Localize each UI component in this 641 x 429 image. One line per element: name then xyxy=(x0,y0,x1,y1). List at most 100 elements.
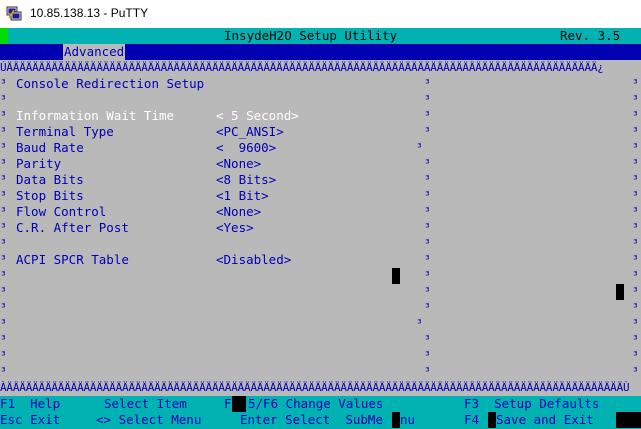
footer-f5f6-change-values: 5/F6 Change Values xyxy=(248,396,384,411)
section-title: Console Redirection Setup xyxy=(16,76,205,91)
frame-edge: ³ xyxy=(632,333,639,346)
frame-bottom-border: ÀÄÄÄÄÄÄÄÄÄÄÄÄÄÄÄÄÄÄÄÄÄÄÄÄÄÄÄÄÄÄÄÄÄÄÄÄÄÄÄ… xyxy=(0,381,630,394)
frame-edge: ³ xyxy=(632,173,639,186)
frame-edge: ³ xyxy=(632,189,639,202)
terminal-area[interactable]: InsydeH2O Setup Utility Rev. 3.5 Advance… xyxy=(0,28,641,429)
footer-f3-setup-defaults: F3 Setup Defaults xyxy=(464,396,600,411)
footer-select-menu: <> Select Menu xyxy=(96,412,202,427)
window-titlebar: 10.85.138.13 - PuTTY xyxy=(0,0,641,28)
frame-edge: ³ xyxy=(424,285,431,298)
frame-edge: ³ xyxy=(424,237,431,250)
setting-value-baud-rate[interactable]: < 9600> xyxy=(216,140,276,156)
frame-edge: ³ xyxy=(0,141,7,154)
frame-edge: ³ xyxy=(0,269,7,282)
setting-label-parity[interactable]: Parity xyxy=(16,156,61,172)
frame-edge: ³ xyxy=(0,205,7,218)
frame-edge: ³ xyxy=(0,125,7,138)
terminal-cursor-right xyxy=(616,284,624,300)
footer-f1-help: F1 Help xyxy=(0,396,61,411)
frame-edge: ³ xyxy=(424,189,431,202)
setting-label-acpi-spcr[interactable]: ACPI SPCR Table xyxy=(16,252,129,268)
frame-edge: ³ xyxy=(632,109,639,122)
setting-label-cr-after-post[interactable]: C.R. After Post xyxy=(16,220,129,236)
frame-edge: ³ xyxy=(0,77,7,90)
frame-edge: ³ xyxy=(632,77,639,90)
bios-menubar: Advanced xyxy=(0,44,641,60)
frame-top-border: ÚÄÄÄÄÄÄÄÄÄÄÄÄÄÄÄÄÄÄÄÄÄÄÄÄÄÄÄÄÄÄÄÄÄÄÄÄÄÄÄ… xyxy=(0,61,604,74)
setting-value-parity[interactable]: <None> xyxy=(216,156,261,172)
footer-select-item: Select Item xyxy=(104,396,187,411)
frame-edge: ³ xyxy=(424,93,431,106)
frame-edge: ³ xyxy=(424,333,431,346)
frame-edge: ³ xyxy=(632,285,639,298)
frame-edge: ³ xyxy=(0,365,7,378)
frame-edge: ³ xyxy=(0,189,7,202)
setting-value-stop-bits[interactable]: <1 Bit> xyxy=(216,188,269,204)
frame-edge: ³ xyxy=(0,301,7,314)
frame-edge: ³ xyxy=(632,269,639,282)
setting-value-flow-control[interactable]: <None> xyxy=(216,204,261,220)
frame-edge: ³ xyxy=(0,253,7,266)
putty-icon xyxy=(6,6,22,21)
frame-edge: ³ xyxy=(424,301,431,314)
frame-edge: ³ xyxy=(632,253,639,266)
footer-cursor-block-2 xyxy=(392,412,400,428)
frame-edge: ³ xyxy=(0,109,7,122)
frame-edge: ³ xyxy=(0,157,7,170)
setting-label-terminal-type[interactable]: Terminal Type xyxy=(16,124,114,140)
bios-footer: F1 Help Select Item F 5/F6 Change Values… xyxy=(0,396,641,429)
setting-value-data-bits[interactable]: <8 Bits> xyxy=(216,172,276,188)
frame-edge: ³ xyxy=(632,205,639,218)
setting-value-info-wait[interactable]: < 5 Second> xyxy=(216,108,299,124)
bios-revision: Rev. 3.5 xyxy=(560,28,621,43)
terminal-cursor xyxy=(392,268,400,284)
frame-edge: ³ xyxy=(632,221,639,234)
setting-label-info-wait[interactable]: Information Wait Time xyxy=(16,108,174,124)
setting-value-terminal-type[interactable]: <PC_ANSI> xyxy=(216,124,284,140)
footer-enter-select-submenu: Enter Select SubMe xyxy=(240,412,383,427)
frame-edge: ³ xyxy=(424,109,431,122)
setting-value-cr-after-post[interactable]: <Yes> xyxy=(216,220,254,236)
frame-edge: ³ xyxy=(0,93,7,106)
footer-f4: F4 xyxy=(464,412,480,427)
frame-edge: ³ xyxy=(416,317,423,330)
bios-title: InsydeH2O Setup Utility xyxy=(224,28,398,43)
frame-edge: ³ xyxy=(424,205,431,218)
window-title: 10.85.138.13 - PuTTY xyxy=(30,6,149,20)
footer-cursor-block xyxy=(232,396,246,412)
footer-f5-prefix: F xyxy=(224,396,232,411)
frame-edge: ³ xyxy=(0,221,7,234)
frame-edge: ³ xyxy=(0,285,7,298)
footer-corner-block xyxy=(616,412,641,428)
footer-esc-exit: Esc Exit xyxy=(0,412,61,427)
frame-edge: ³ xyxy=(424,221,431,234)
frame-edge: ³ xyxy=(632,141,639,154)
frame-edge: ³ xyxy=(424,253,431,266)
frame-edge: ³ xyxy=(424,125,431,138)
footer-enter-tail: nu xyxy=(400,412,416,427)
frame-edge: ³ xyxy=(632,317,639,330)
frame-edge: ³ xyxy=(632,301,639,314)
header-indicator xyxy=(0,28,8,44)
frame-edge: ³ xyxy=(0,349,7,362)
frame-edge: ³ xyxy=(424,157,431,170)
frame-edge: ³ xyxy=(416,141,423,154)
setting-label-flow-control[interactable]: Flow Control xyxy=(16,204,106,220)
frame-edge: ³ xyxy=(632,157,639,170)
setting-value-acpi-spcr[interactable]: <Disabled> xyxy=(216,252,291,268)
frame-edge: ³ xyxy=(0,173,7,186)
frame-edge: ³ xyxy=(632,237,639,250)
setting-label-data-bits[interactable]: Data Bits xyxy=(16,172,84,188)
frame-edge: ³ xyxy=(632,93,639,106)
frame-edge: ³ xyxy=(424,349,431,362)
setting-label-baud-rate[interactable]: Baud Rate xyxy=(16,140,84,156)
setting-label-stop-bits[interactable]: Stop Bits xyxy=(16,188,84,204)
frame-edge: ³ xyxy=(0,333,7,346)
tab-advanced[interactable]: Advanced xyxy=(63,44,126,60)
frame-edge: ³ xyxy=(632,349,639,362)
frame-edge: ³ xyxy=(424,77,431,90)
frame-edge: ³ xyxy=(424,365,431,378)
bios-header: InsydeH2O Setup Utility Rev. 3.5 xyxy=(0,28,641,44)
frame-edge: ³ xyxy=(632,125,639,138)
frame-edge: ³ xyxy=(424,269,431,282)
